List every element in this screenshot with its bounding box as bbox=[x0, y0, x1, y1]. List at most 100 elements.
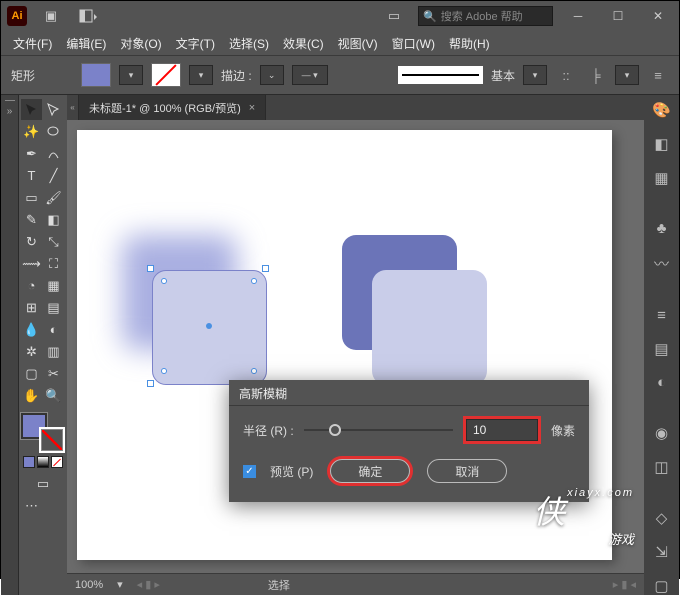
symbols-panel-icon[interactable]: ♣ bbox=[651, 220, 673, 237]
menu-help[interactable]: 帮助(H) bbox=[443, 33, 496, 54]
transparency-panel-icon[interactable]: ◐ bbox=[651, 374, 673, 391]
menu-type[interactable]: 文字(T) bbox=[170, 33, 221, 54]
graph-tool-icon[interactable]: ▥ bbox=[43, 341, 64, 362]
color-guide-panel-icon[interactable]: ◧ bbox=[651, 135, 673, 153]
selection-tool-icon[interactable] bbox=[21, 99, 42, 120]
brush-preview[interactable] bbox=[398, 66, 483, 84]
radius-slider[interactable] bbox=[304, 423, 453, 437]
close-button[interactable]: ✕ bbox=[643, 6, 673, 26]
color-panel-icon[interactable]: 🎨 bbox=[651, 101, 673, 119]
toolbox: ✨ ✒ T ╱ ▭ 🖌 ✎ ◧ ↻ ⤡ ⟿ ⛶ ◔ ▦ ⊞ ▤ 💧 ◐ ✲ ▥ … bbox=[19, 95, 67, 595]
artboards-panel-icon[interactable]: ▢ bbox=[651, 577, 673, 595]
anchor-point[interactable] bbox=[251, 368, 257, 374]
anchor-point[interactable] bbox=[161, 278, 167, 284]
lasso-tool-icon[interactable] bbox=[43, 121, 64, 142]
stroke-color-swatch[interactable] bbox=[151, 63, 181, 87]
unit-label: 像素 bbox=[551, 422, 575, 439]
appearance-panel-icon[interactable]: ◉ bbox=[651, 424, 673, 442]
asset-export-panel-icon[interactable]: ⇲ bbox=[651, 543, 673, 561]
gradient-tool-icon[interactable]: ▤ bbox=[43, 297, 64, 318]
width-tool-icon[interactable]: ⟿ bbox=[21, 253, 42, 274]
selection-handle[interactable] bbox=[262, 265, 269, 272]
align-dropdown-icon[interactable]: ▾ bbox=[615, 65, 639, 85]
type-tool-icon[interactable]: T bbox=[21, 165, 42, 186]
selection-handle[interactable] bbox=[147, 380, 154, 387]
stroke-width-dropdown[interactable]: ⌄ bbox=[260, 65, 284, 85]
layout-dropdown[interactable] bbox=[75, 6, 103, 26]
menu-file[interactable]: 文件(F) bbox=[7, 33, 58, 54]
options-icon[interactable]: ≡ bbox=[647, 68, 669, 83]
shape-builder-tool-icon[interactable]: ◔ bbox=[21, 275, 42, 296]
anchor-point[interactable] bbox=[251, 278, 257, 284]
gradient-panel-icon[interactable]: ▤ bbox=[651, 340, 673, 358]
layers-panel-icon[interactable]: ◇ bbox=[651, 509, 673, 527]
bridge-icon[interactable]: ▣ bbox=[37, 6, 65, 26]
minimize-button[interactable]: ─ bbox=[563, 6, 593, 26]
slider-thumb-icon[interactable] bbox=[329, 424, 341, 436]
anchor-point[interactable] bbox=[161, 368, 167, 374]
menu-window[interactable]: 窗口(W) bbox=[386, 33, 441, 54]
free-transform-tool-icon[interactable]: ⛶ bbox=[43, 253, 64, 274]
symbol-sprayer-tool-icon[interactable]: ✲ bbox=[21, 341, 42, 362]
menu-edit[interactable]: 编辑(E) bbox=[60, 33, 112, 54]
fill-stroke-control[interactable] bbox=[21, 413, 65, 453]
app-logo-icon: Ai bbox=[7, 6, 27, 26]
eraser-tool-icon[interactable]: ◧ bbox=[43, 209, 64, 230]
graphic-styles-panel-icon[interactable]: ◫ bbox=[651, 458, 673, 476]
perspective-grid-tool-icon[interactable]: ▦ bbox=[43, 275, 64, 296]
menu-select[interactable]: 选择(S) bbox=[223, 33, 275, 54]
maximize-button[interactable]: ☐ bbox=[603, 6, 633, 26]
align-icon[interactable]: ╞ bbox=[585, 68, 607, 83]
artboard-nav-icon[interactable]: ▸ ▮ ◂ bbox=[613, 578, 636, 591]
zoom-level[interactable]: 100% bbox=[75, 579, 103, 591]
slice-tool-icon[interactable]: ✂ bbox=[43, 363, 64, 384]
color-mode-swatches[interactable] bbox=[21, 456, 65, 468]
rectangle-tool-icon[interactable]: ▭ bbox=[21, 187, 42, 208]
shaper-tool-icon[interactable]: ✎ bbox=[21, 209, 42, 230]
fill-color-swatch[interactable] bbox=[81, 63, 111, 87]
preview-label: 预览 (P) bbox=[270, 463, 313, 480]
menu-object[interactable]: 对象(O) bbox=[114, 33, 167, 54]
dock-toggle-icon[interactable]: « bbox=[67, 95, 79, 120]
stroke-dropdown-icon[interactable]: ▾ bbox=[189, 65, 213, 85]
cancel-button[interactable]: 取消 bbox=[427, 459, 507, 483]
pen-tool-icon[interactable]: ✒ bbox=[21, 143, 42, 164]
magic-wand-tool-icon[interactable]: ✨ bbox=[21, 121, 42, 142]
curvature-tool-icon[interactable] bbox=[43, 143, 64, 164]
preview-checkbox[interactable]: ✓ bbox=[243, 465, 256, 478]
fill-dropdown-icon[interactable]: ▾ bbox=[119, 65, 143, 85]
paintbrush-tool-icon[interactable]: 🖌 bbox=[43, 187, 64, 208]
menu-view[interactable]: 视图(V) bbox=[332, 33, 384, 54]
line-tool-icon[interactable]: ╱ bbox=[43, 165, 64, 186]
mesh-tool-icon[interactable]: ⊞ bbox=[21, 297, 42, 318]
direct-selection-tool-icon[interactable] bbox=[43, 99, 64, 120]
screen-mode-icon[interactable]: ▭ bbox=[21, 473, 65, 494]
document-tab[interactable]: 未标题-1* @ 100% (RGB/预览) × bbox=[79, 95, 266, 120]
doc-icon[interactable]: ▭ bbox=[380, 6, 408, 26]
stroke-profile-dropdown[interactable]: — ▾ bbox=[292, 65, 328, 85]
search-input[interactable]: 🔍 搜索 Adobe 帮助 bbox=[418, 6, 553, 26]
stroke-swatch-large[interactable] bbox=[39, 427, 65, 453]
ok-highlight: 确定 bbox=[327, 456, 413, 486]
menu-effect[interactable]: 效果(C) bbox=[277, 33, 330, 54]
left-dock-strip[interactable]: » bbox=[1, 95, 19, 595]
opacity-icon[interactable]: :: bbox=[555, 68, 577, 83]
ok-button[interactable]: 确定 bbox=[330, 459, 410, 483]
blend-tool-icon[interactable]: ◐ bbox=[43, 319, 64, 340]
edit-toolbar-icon[interactable]: ⋯ bbox=[21, 495, 42, 516]
hand-tool-icon[interactable]: ✋ bbox=[21, 385, 42, 406]
selection-handle[interactable] bbox=[147, 265, 154, 272]
watermark: 侠xiayx.com 游戏 bbox=[533, 487, 634, 548]
stroke-panel-icon[interactable]: ≡ bbox=[651, 307, 673, 324]
zoom-tool-icon[interactable]: 🔍 bbox=[43, 385, 64, 406]
brushes-panel-icon[interactable]: 〰 bbox=[651, 253, 673, 273]
rotate-tool-icon[interactable]: ↻ bbox=[21, 231, 42, 252]
radius-input[interactable] bbox=[466, 419, 538, 441]
artboard-tool-icon[interactable]: ▢ bbox=[21, 363, 42, 384]
eyedropper-tool-icon[interactable]: 💧 bbox=[21, 319, 42, 340]
scale-tool-icon[interactable]: ⤡ bbox=[43, 231, 64, 252]
swatches-panel-icon[interactable]: ▦ bbox=[651, 169, 673, 187]
brush-dropdown-icon[interactable]: ▾ bbox=[523, 65, 547, 85]
tab-close-icon[interactable]: × bbox=[249, 102, 255, 114]
zoom-dropdown-icon[interactable]: ▾ bbox=[117, 578, 123, 591]
